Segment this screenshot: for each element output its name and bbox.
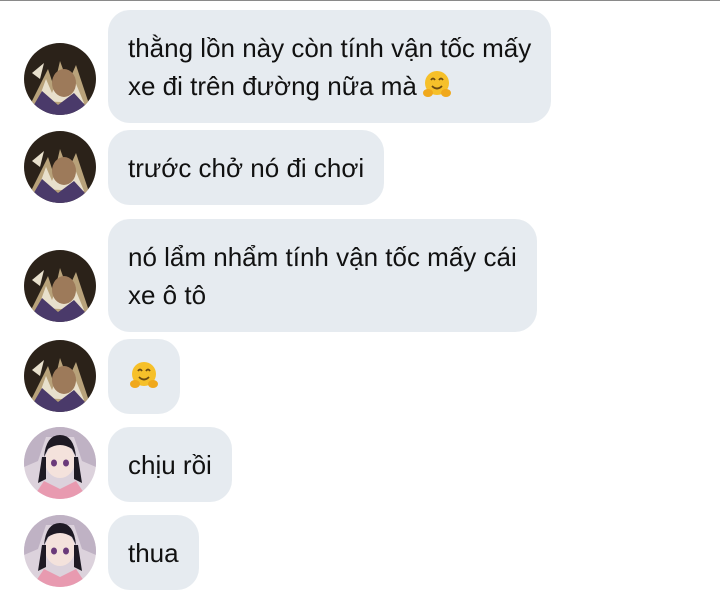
avatar-sender-light[interactable] xyxy=(24,515,96,587)
avatar-light-icon xyxy=(24,427,96,499)
avatar-light-icon xyxy=(24,515,96,587)
avatar-sender-dark[interactable] xyxy=(24,43,96,115)
top-divider xyxy=(0,0,720,1)
message-bubble[interactable]: chịu rồi xyxy=(108,427,232,502)
hugging-face-icon xyxy=(128,360,160,392)
message-row xyxy=(0,339,720,414)
message-bubble[interactable]: thua xyxy=(108,515,199,590)
message-text-line: xe ô tô xyxy=(128,280,207,310)
message-text-line: thằng lồn này còn tính vận tốc mấy xyxy=(128,33,532,63)
avatar-sender-dark[interactable] xyxy=(24,131,96,203)
avatar-dark-icon xyxy=(24,43,96,115)
message-text-line: trước chở nó đi chơi xyxy=(128,153,365,183)
message-text-line: chịu rồi xyxy=(128,450,212,480)
avatar-sender-light[interactable] xyxy=(24,427,96,499)
message-bubble[interactable]: thằng lồn này còn tính vận tốc mấy xe đi… xyxy=(108,10,552,123)
message-text-line: thua xyxy=(128,538,179,568)
message-row: chịu rồi xyxy=(0,427,720,502)
avatar-dark-icon xyxy=(24,250,96,322)
message-row: nó lẩm nhẩm tính vận tốc mấy cái xe ô tô xyxy=(0,219,720,332)
message-bubble[interactable] xyxy=(108,339,180,414)
avatar-sender-dark[interactable] xyxy=(24,250,96,322)
message-row: thằng lồn này còn tính vận tốc mấy xe đi… xyxy=(0,10,720,123)
message-text-line: nó lẩm nhẩm tính vận tốc mấy cái xyxy=(128,242,517,272)
hugging-face-icon xyxy=(421,69,453,101)
message-row: trước chở nó đi chơi xyxy=(0,130,720,205)
message-text-line: xe đi trên đường nữa mà xyxy=(128,71,417,101)
avatar-dark-icon xyxy=(24,340,96,412)
avatar-sender-dark[interactable] xyxy=(24,340,96,412)
message-bubble[interactable]: nó lẩm nhẩm tính vận tốc mấy cái xe ô tô xyxy=(108,219,537,332)
avatar-dark-icon xyxy=(24,131,96,203)
message-bubble[interactable]: trước chở nó đi chơi xyxy=(108,130,385,205)
message-row: thua xyxy=(0,515,720,590)
